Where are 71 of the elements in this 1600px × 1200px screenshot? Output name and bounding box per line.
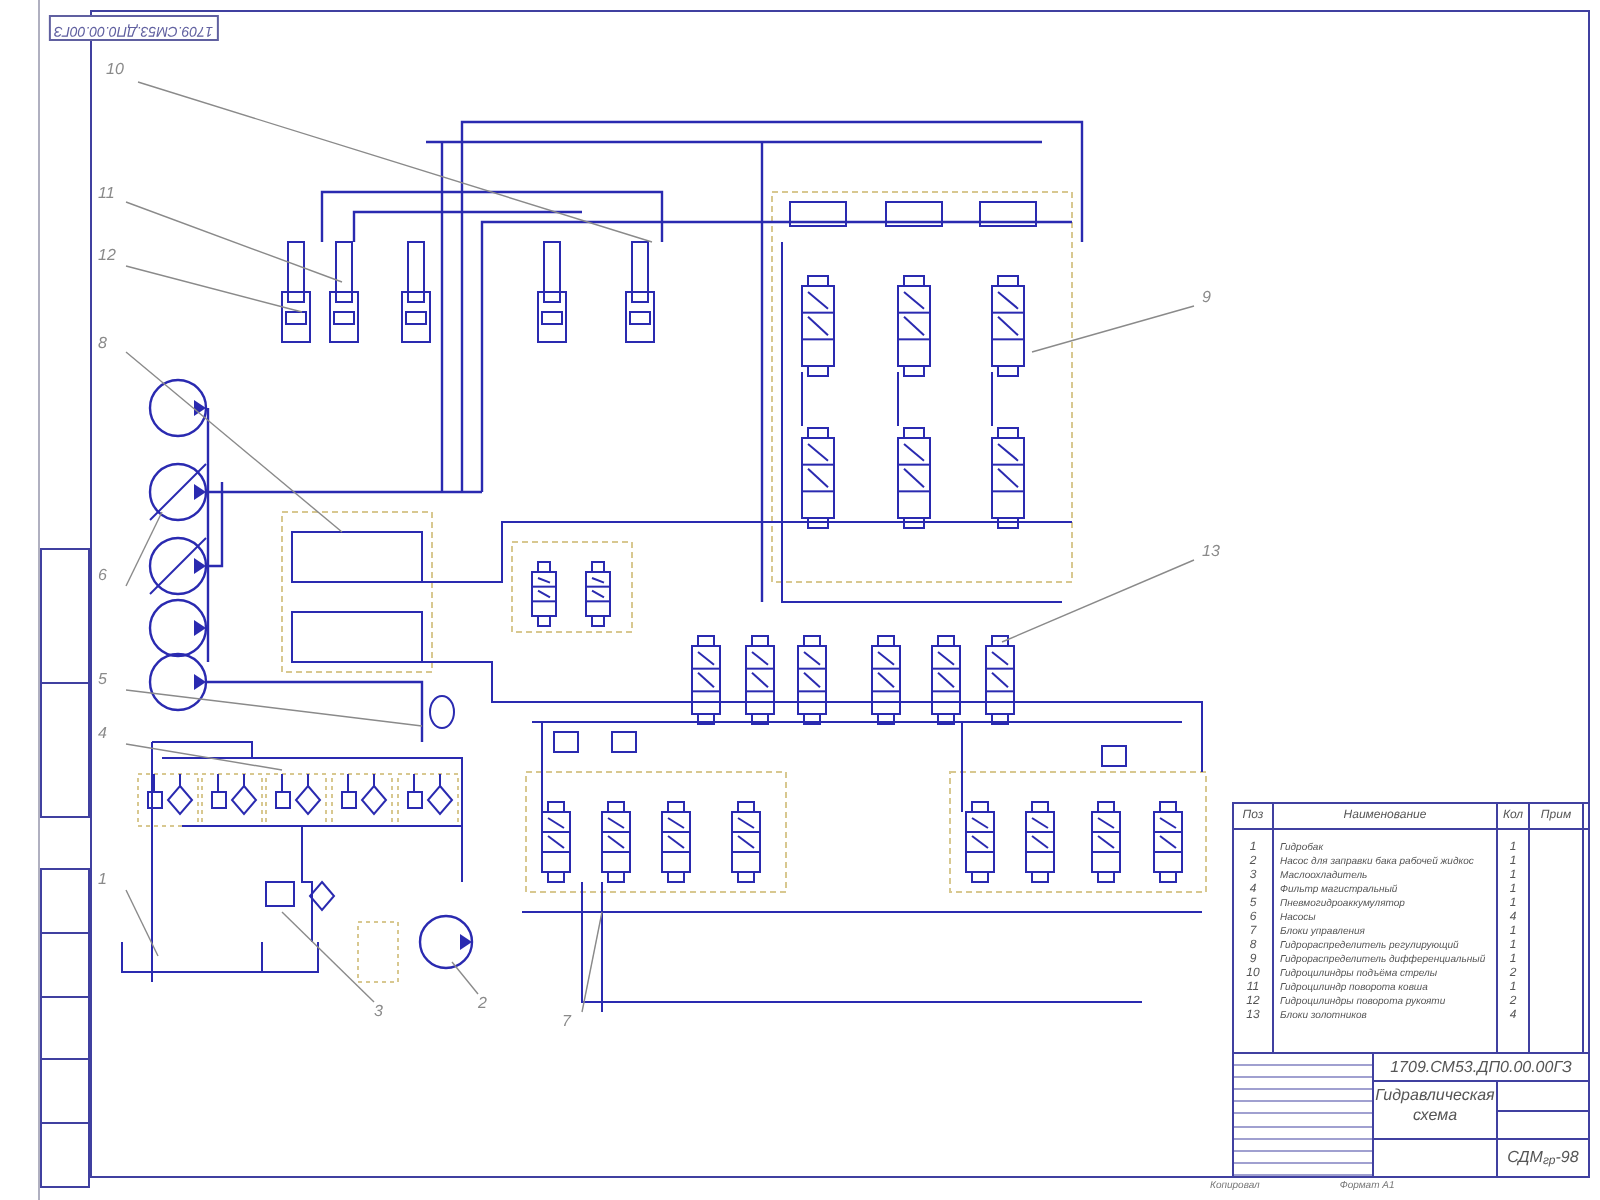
valve-symbol — [1025, 801, 1055, 883]
filter-symbol — [331, 773, 393, 827]
cylinder-symbol — [401, 241, 431, 343]
valve-symbol — [801, 275, 835, 377]
filter-symbol — [137, 773, 199, 827]
valve-symbol — [991, 275, 1025, 377]
pump-symbol — [148, 598, 208, 658]
filter-symbol — [201, 773, 263, 827]
valve-symbol — [541, 801, 571, 883]
valve-symbol — [789, 201, 847, 227]
pump-symbol — [148, 378, 208, 438]
valve-symbol — [991, 427, 1025, 529]
callout-number: 7 — [562, 1012, 571, 1030]
filter-symbol — [397, 773, 459, 827]
valve-symbol — [1153, 801, 1183, 883]
drawing-title: Гидравлическая схема — [1374, 1082, 1498, 1138]
valve-symbol — [691, 635, 721, 725]
block-outline — [357, 921, 399, 983]
callout-number: 9 — [1202, 288, 1211, 306]
filter-symbol — [265, 773, 327, 827]
cylinder-symbol — [329, 241, 359, 343]
filter-symbol — [308, 880, 336, 912]
valve-symbol — [965, 801, 995, 883]
callout-number: 10 — [106, 60, 124, 78]
valve-symbol — [731, 801, 761, 883]
callout-number: 1 — [98, 870, 107, 888]
leader-line — [451, 961, 479, 995]
valve-symbol — [897, 275, 931, 377]
valve-symbol — [661, 801, 691, 883]
valve-symbol — [601, 801, 631, 883]
valve-symbol — [801, 427, 835, 529]
organization-code: СДМ$_{гр}$-98 — [1505, 1146, 1581, 1171]
callout-number: 4 — [98, 724, 107, 742]
valve-symbol — [979, 201, 1037, 227]
valve-symbol — [871, 635, 901, 725]
valve-symbol — [885, 201, 943, 227]
leader-line — [581, 911, 603, 1013]
valve-symbol — [291, 531, 423, 583]
cooler-symbol — [265, 881, 295, 907]
valve-symbol — [1101, 745, 1127, 767]
callout-number: 6 — [98, 566, 107, 584]
callout-number: 12 — [98, 246, 116, 264]
valve-symbol — [931, 635, 961, 725]
valve-symbol — [897, 427, 931, 529]
accumulator-symbol — [429, 695, 455, 729]
valve-symbol — [611, 731, 637, 753]
valve-symbol — [1091, 801, 1121, 883]
cylinder-symbol — [625, 241, 655, 343]
pump-symbol — [418, 914, 474, 970]
valve-symbol — [985, 635, 1015, 725]
leader-line — [125, 889, 159, 957]
callout-number: 5 — [98, 670, 107, 688]
leader-line — [281, 911, 375, 1003]
callout-number: 13 — [1202, 542, 1220, 560]
valve-symbol — [291, 611, 423, 663]
pump-symbol — [148, 536, 208, 596]
valve-symbol — [531, 561, 557, 627]
callout-number: 3 — [374, 1002, 383, 1020]
cylinder-symbol — [537, 241, 567, 343]
callout-number: 2 — [478, 994, 487, 1012]
valve-symbol — [797, 635, 827, 725]
cylinder-symbol — [281, 241, 311, 343]
callout-number: 11 — [98, 184, 115, 202]
pump-symbol — [148, 462, 208, 522]
block-outline — [511, 541, 633, 633]
valve-symbol — [585, 561, 611, 627]
pump-symbol — [148, 652, 208, 712]
drawing-designation: 1709.СМ53.ДП0.00.00ГЗ — [1374, 1054, 1588, 1082]
callout-number: 8 — [98, 334, 107, 352]
valve-symbol — [553, 731, 579, 753]
valve-symbol — [745, 635, 775, 725]
